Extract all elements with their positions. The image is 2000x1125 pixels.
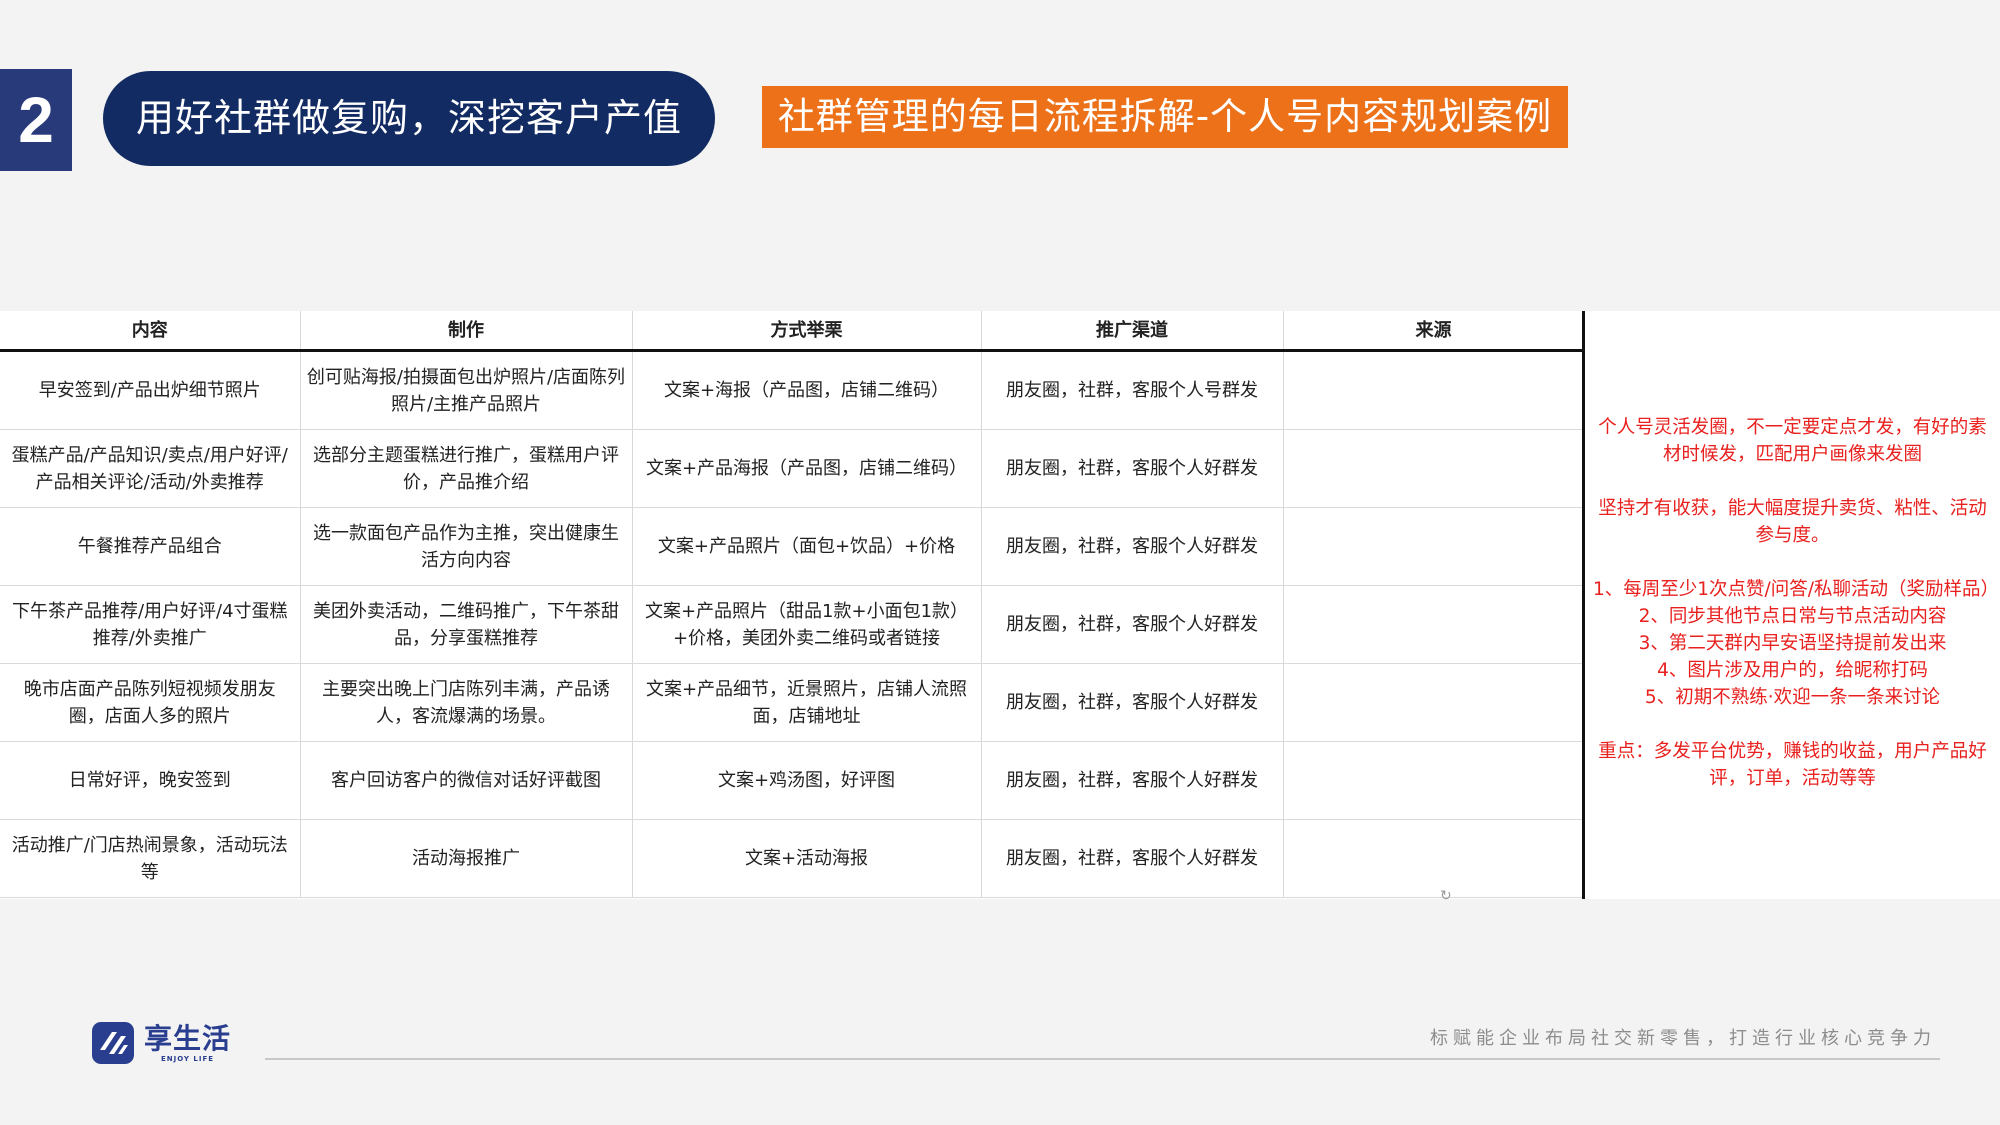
cell-source: [1283, 507, 1585, 586]
cell-channel: 朋友圈，社群，客服个人号群发: [981, 350, 1284, 430]
cell-production: 创可贴海报/拍摄面包出炉照片/店面陈列照片/主推产品照片: [300, 350, 633, 430]
cell-production: 活动海报推广: [300, 819, 633, 898]
cell-method: 文案+产品海报（产品图，店铺二维码）: [632, 429, 982, 508]
column-header-source: 来源: [1283, 311, 1585, 352]
table-row: 下午茶产品推荐/用户好评/4寸蛋糕推荐/外卖推广 美团外卖活动，二维码推广，下午…: [0, 585, 1585, 664]
brand-name-cn: 享生活: [144, 1021, 232, 1055]
cell-source: [1283, 350, 1585, 430]
note-key-point: 重点：多发平台优势，赚钱的收益，用户产品好评，订单，活动等等: [1598, 741, 1987, 789]
cell-content: 蛋糕产品/产品知识/卖点/用户好评/产品相关评论/活动/外卖推荐: [0, 429, 301, 508]
side-notes-text: 个人号灵活发圈，不一定要定点才发，有好的素材时候发，匹配用户画像来发圈 坚持才有…: [1593, 414, 2000, 819]
cell-content: 日常好评，晚安签到: [0, 741, 301, 820]
cell-channel: 朋友圈，社群，客服个人好群发: [981, 429, 1284, 508]
cell-source: [1283, 585, 1585, 664]
cell-method: 文案+产品细节，近景照片，店铺人流照面，店铺地址: [632, 663, 982, 742]
list-item: 4、图片涉及用户的，给昵称打码: [1657, 660, 1928, 681]
cell-source: [1283, 663, 1585, 742]
cell-content: 下午茶产品推荐/用户好评/4寸蛋糕推荐/外卖推广: [0, 585, 301, 664]
table-row: 午餐推荐产品组合 选一款面包产品作为主推，突出健康生活方向内容 文案+产品照片（…: [0, 507, 1585, 586]
cell-channel: 朋友圈，社群，客服个人好群发: [981, 663, 1284, 742]
side-notes-panel: 个人号灵活发圈，不一定要定点才发，有好的素材时候发，匹配用户画像来发圈 坚持才有…: [1582, 311, 2000, 899]
cell-content: 午餐推荐产品组合: [0, 507, 301, 586]
cell-channel: 朋友圈，社群，客服个人好群发: [981, 819, 1284, 898]
table-row: 晚市店面产品陈列短视频发朋友圈，店面人多的照片 主要突出晚上门店陈列丰满，产品诱…: [0, 663, 1585, 742]
cell-method: 文案+产品照片（面包+饮品）+价格: [632, 507, 982, 586]
table-row: 活动推广/门店热闹景象，活动玩法等 活动海报推广 文案+活动海报 朋友圈，社群，…: [0, 819, 1585, 898]
cell-source: [1283, 819, 1585, 898]
cell-source: [1283, 741, 1585, 820]
cell-method: 文案+鸡汤图，好评图: [632, 741, 982, 820]
table-row: 早安签到/产品出炉细节照片 创可贴海报/拍摄面包出炉照片/店面陈列照片/主推产品…: [0, 350, 1585, 430]
column-header-channel: 推广渠道: [981, 311, 1284, 352]
cell-content: 活动推广/门店热闹景象，活动玩法等: [0, 819, 301, 898]
cell-channel: 朋友圈，社群，客服个人好群发: [981, 507, 1284, 586]
note-paragraph: 个人号灵活发圈，不一定要定点才发，有好的素材时候发，匹配用户画像来发圈: [1598, 417, 1987, 465]
footer-tagline: 标赋能企业布局社交新零售，打造行业核心竞争力: [1430, 1028, 1936, 1049]
cell-production: 客户回访客户的微信对话好评截图: [300, 741, 633, 820]
brand-name-en: ENJOY LIFE: [160, 1054, 215, 1063]
column-header-production: 制作: [300, 311, 633, 352]
section-title-pill: 用好社群做复购，深挖客户产值: [103, 71, 715, 166]
cell-method: 文案+海报（产品图，店铺二维码）: [632, 350, 982, 430]
column-header-content: 内容: [0, 311, 301, 352]
column-header-method: 方式举栗: [632, 311, 982, 352]
cell-channel: 朋友圈，社群，客服个人好群发: [981, 741, 1284, 820]
footer-divider: [265, 1058, 1940, 1060]
table-header-row: 内容 制作 方式举栗 推广渠道 来源: [0, 311, 1585, 352]
table-row: 日常好评，晚安签到 客户回访客户的微信对话好评截图 文案+鸡汤图，好评图 朋友圈…: [0, 741, 1585, 820]
table-row: 蛋糕产品/产品知识/卖点/用户好评/产品相关评论/活动/外卖推荐 选部分主题蛋糕…: [0, 429, 1585, 508]
brand-logo: 享生活 ENJOY LIFE: [90, 1019, 231, 1067]
cell-content: 早安签到/产品出炉细节照片: [0, 350, 301, 430]
section-number-badge: 2: [0, 69, 72, 171]
cell-production: 选部分主题蛋糕进行推广，蛋糕用户评价，产品推介绍: [300, 429, 633, 508]
note-paragraph: 坚持才有收获，能大幅度提升卖货、粘性、活动参与度。: [1598, 498, 1987, 546]
case-title-banner: 社群管理的每日流程拆解-个人号内容规划案例: [762, 86, 1568, 148]
cell-method: 文案+活动海报: [632, 819, 982, 898]
list-item: 2、同步其他节点日常与节点活动内容: [1638, 606, 1947, 627]
cell-method: 文案+产品照片（甜品1款+小面包1款）+价格，美团外卖二维码或者链接: [632, 585, 982, 664]
cell-content: 晚市店面产品陈列短视频发朋友圈，店面人多的照片: [0, 663, 301, 742]
content-plan-table-area: 内容 制作 方式举栗 推广渠道 来源 早安签到/产品出炉细节照片 创可贴海报/拍…: [0, 311, 2000, 903]
note-tips-list: 1、每周至少1次点赞/问答/私聊活动（奖励样品） 2、同步其他节点日常与节点活动…: [1593, 576, 2000, 711]
list-item: 1、每周至少1次点赞/问答/私聊活动（奖励样品）: [1593, 579, 2000, 600]
cell-production: 美团外卖活动，二维码推广，下午茶甜品，分享蛋糕推荐: [300, 585, 633, 664]
cell-source: [1283, 429, 1585, 508]
cell-channel: 朋友圈，社群，客服个人好群发: [981, 585, 1284, 664]
refresh-icon: ↻: [1440, 888, 1452, 904]
list-item: 3、第二天群内早安语坚持提前发出来: [1638, 633, 1947, 654]
cell-production: 选一款面包产品作为主推，突出健康生活方向内容: [300, 507, 633, 586]
brand-mark-icon: [92, 1022, 134, 1064]
slide: 2 用好社群做复购，深挖客户产值 社群管理的每日流程拆解-个人号内容规划案例 内…: [0, 0, 2000, 1125]
content-plan-table: 内容 制作 方式举栗 推广渠道 来源 早安签到/产品出炉细节照片 创可贴海报/拍…: [0, 311, 1585, 898]
list-item: 5、初期不熟练·欢迎一条一条来讨论: [1644, 687, 1941, 708]
brand-wordmark: 享生活 ENJOY LIFE: [144, 1021, 232, 1064]
cell-production: 主要突出晚上门店陈列丰满，产品诱人，客流爆满的场景。: [300, 663, 633, 742]
